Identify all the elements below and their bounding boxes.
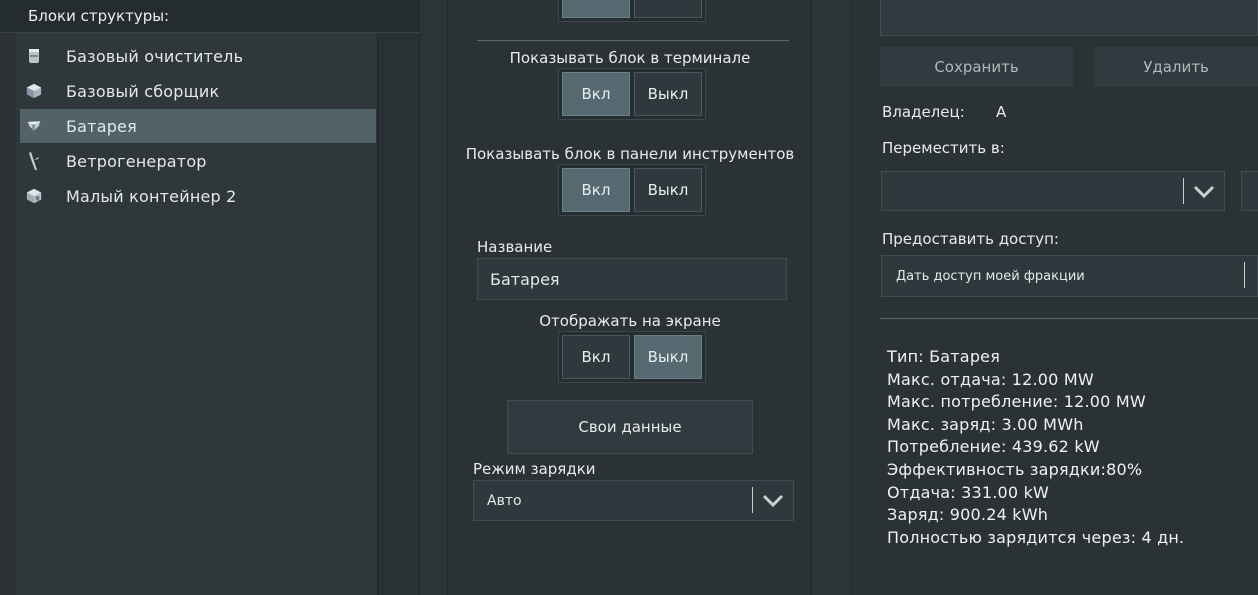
chevron-down-icon — [762, 494, 784, 508]
move-to-label: Переместить в: — [882, 139, 1005, 157]
top-on-button[interactable] — [562, 0, 630, 18]
cube-block-icon — [26, 81, 42, 101]
list-item-label: Базовый очиститель — [66, 46, 244, 66]
share-select[interactable]: Дать доступ моей фракции — [881, 255, 1258, 297]
list-item-wind-turbine[interactable]: Ветрогенератор — [20, 144, 376, 178]
info-output: Отдача: 331.00 kW — [887, 482, 1050, 502]
custom-data-button[interactable]: Свои данные — [507, 400, 753, 454]
select-divider — [1244, 262, 1245, 288]
share-value: Дать доступ моей фракции — [896, 269, 1085, 284]
battery-block-icon — [26, 116, 42, 136]
block-list-header: Блоки структуры: — [0, 0, 420, 33]
show-in-toolbar-off-button[interactable]: Выкл — [634, 168, 702, 212]
container-block-icon — [26, 186, 42, 206]
show-on-screen-off-button[interactable]: Выкл — [634, 335, 702, 379]
owner-label: Владелец: — [882, 103, 965, 121]
show-in-toolbar-toggle: Вкл Выкл — [558, 164, 706, 216]
top-toggle-group — [558, 0, 706, 22]
show-in-toolbar-label: Показывать блок в панели инструментов — [465, 145, 795, 163]
show-in-toolbar-on-button[interactable]: Вкл — [562, 168, 630, 212]
block-info-text: Тип: Батарея Макс. отдача: 12.00 MW Макс… — [887, 346, 1184, 549]
show-in-terminal-toggle: Вкл Выкл — [558, 68, 706, 120]
list-item-label: Малый контейнер 2 — [66, 186, 237, 206]
block-list: Базовый очиститель Базовый сборщик Батар… — [14, 33, 378, 595]
list-item-battery[interactable]: Батарея — [20, 109, 376, 143]
info-max-charge: Макс. заряд: 3.00 MWh — [887, 414, 1084, 434]
block-list-scrollbar[interactable] — [378, 33, 419, 595]
move-to-confirm-button[interactable] — [1241, 171, 1258, 211]
show-in-terminal-on-button[interactable]: Вкл — [562, 72, 630, 116]
wind-turbine-icon — [26, 151, 42, 171]
info-max-output: Макс. отдача: 12.00 MW — [887, 369, 1094, 389]
top-off-button[interactable] — [634, 0, 702, 18]
save-button[interactable]: Сохранить — [880, 47, 1073, 87]
show-in-terminal-off-button[interactable]: Выкл — [634, 72, 702, 116]
share-label: Предоставить доступ: — [882, 230, 1059, 248]
separator — [880, 318, 1258, 319]
charge-mode-value: Авто — [487, 493, 522, 509]
show-in-terminal-label: Показывать блок в терминале — [509, 49, 751, 67]
cylinder-block-icon — [26, 46, 42, 66]
chevron-down-icon — [1193, 185, 1215, 199]
info-type: Тип: Батарея — [887, 347, 1001, 366]
list-item-small-container[interactable]: Малый контейнер 2 — [20, 179, 376, 213]
info-max-input: Макс. потребление: 12.00 MW — [887, 392, 1146, 412]
charge-mode-select[interactable]: Авто — [473, 480, 794, 521]
info-charge-efficiency: Эффективность зарядки:80% — [887, 459, 1143, 479]
name-label: Название — [477, 238, 553, 256]
info-time-to-full: Полностью зарядится через: 4 дн. — [887, 527, 1185, 547]
separator — [477, 40, 789, 41]
list-item-basic-refinery[interactable]: Базовый очиститель — [20, 39, 376, 73]
list-item-label: Базовый сборщик — [66, 81, 220, 101]
select-divider — [752, 487, 753, 513]
block-list-title: Блоки структуры: — [28, 7, 170, 25]
show-on-screen-toggle: Вкл Выкл — [558, 331, 706, 383]
show-on-screen-label: Отображать на экране — [539, 312, 721, 330]
list-item-label: Батарея — [66, 116, 137, 136]
custom-data-textarea[interactable] — [880, 0, 1258, 36]
list-item-basic-assembler[interactable]: Базовый сборщик — [20, 74, 376, 108]
info-charge: Заряд: 900.24 kWh — [887, 505, 1049, 525]
owner-value: А — [996, 103, 1007, 121]
show-on-screen-on-button[interactable]: Вкл — [562, 335, 630, 379]
name-input[interactable]: Батарея — [477, 258, 787, 300]
delete-button[interactable]: Удалить — [1094, 47, 1258, 87]
info-consumption: Потребление: 439.62 kW — [887, 437, 1100, 457]
charge-mode-label: Режим зарядки — [473, 460, 596, 478]
select-divider — [1183, 178, 1184, 204]
move-to-select[interactable] — [881, 171, 1225, 211]
list-item-label: Ветрогенератор — [66, 151, 207, 171]
